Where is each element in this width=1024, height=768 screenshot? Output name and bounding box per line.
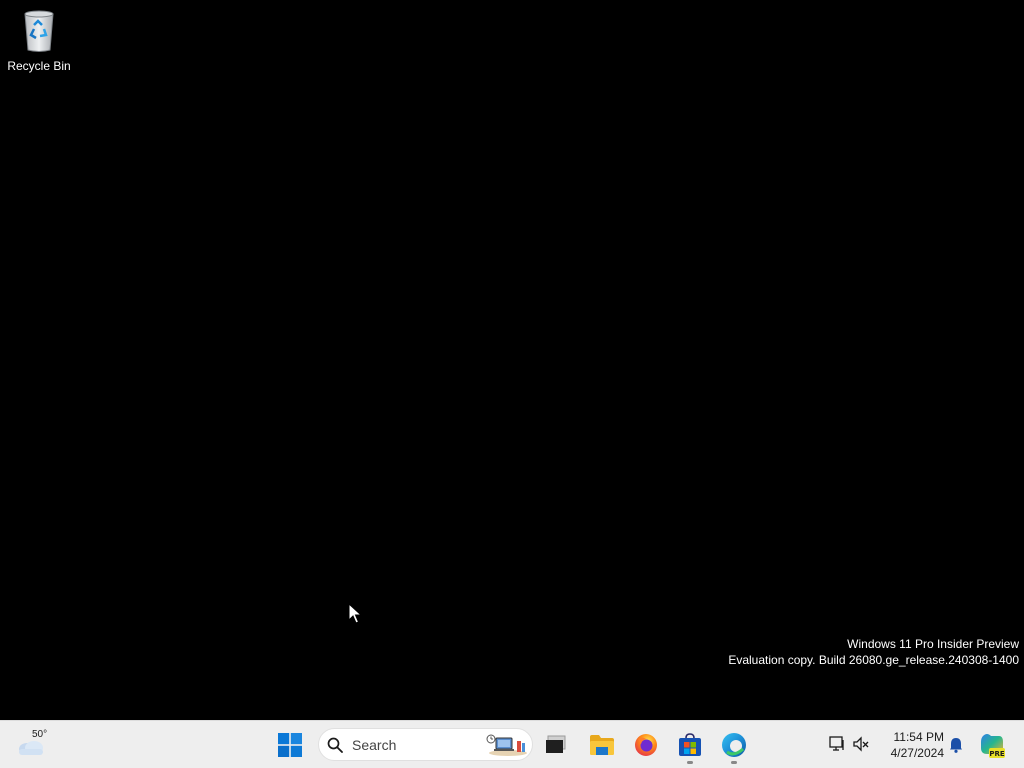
network-icon xyxy=(829,736,844,751)
clock-date: 4/27/2024 xyxy=(890,746,944,760)
folder-icon xyxy=(590,735,614,755)
running-indicator xyxy=(687,761,693,764)
search-icon xyxy=(327,737,343,753)
partly-cloudy-icon xyxy=(19,741,43,755)
taskbar: 50° Search 11:54 PM 4/27/2024 PRE xyxy=(0,720,1024,768)
taskbar-app-edge[interactable] xyxy=(714,725,754,765)
copilot-pre-icon: PRE xyxy=(981,734,1005,758)
search-highlight-icon xyxy=(486,734,527,756)
clock-time: 11:54 PM xyxy=(893,730,944,744)
notification-button[interactable] xyxy=(946,725,966,765)
system-tray-icons[interactable] xyxy=(826,733,872,757)
watermark-line-build: Evaluation copy. Build 26080.ge_release.… xyxy=(728,652,1019,667)
windows-start-icon xyxy=(278,733,302,757)
search-placeholder: Search xyxy=(352,737,397,753)
firefox-icon xyxy=(635,734,657,756)
desktop[interactable]: Recycle Bin Windows 11 Pro Insider Previ… xyxy=(0,0,1024,720)
copilot-button[interactable]: PRE xyxy=(974,725,1010,765)
taskbar-app-firefox[interactable] xyxy=(626,725,666,765)
taskbar-app-file-explorer[interactable] xyxy=(582,725,622,765)
start-button[interactable] xyxy=(270,725,310,765)
taskbar-search-box[interactable]: Search xyxy=(318,728,533,761)
mouse-cursor-icon xyxy=(348,603,362,624)
taskbar-app-task-view[interactable] xyxy=(536,725,576,765)
weather-widget[interactable]: 50° xyxy=(14,727,54,761)
store-icon xyxy=(679,733,701,756)
watermark-line-edition: Windows 11 Pro Insider Preview xyxy=(847,637,1019,651)
desktop-icon-recycle-bin[interactable]: Recycle Bin xyxy=(4,6,74,76)
edge-icon xyxy=(722,733,746,757)
copilot-badge-text: PRE xyxy=(989,750,1005,758)
task-view-icon xyxy=(546,735,566,753)
volume-muted-icon xyxy=(853,736,869,752)
running-indicator xyxy=(731,761,737,764)
desktop-icon-label: Recycle Bin xyxy=(7,59,71,73)
taskbar-clock[interactable]: 11:54 PM 4/27/2024 xyxy=(878,729,944,761)
recycle-bin-icon xyxy=(24,10,54,52)
bell-icon xyxy=(950,738,962,753)
os-watermark: Windows 11 Pro Insider Preview Evaluatio… xyxy=(728,637,1019,668)
taskbar-app-microsoft-store[interactable] xyxy=(670,725,710,765)
